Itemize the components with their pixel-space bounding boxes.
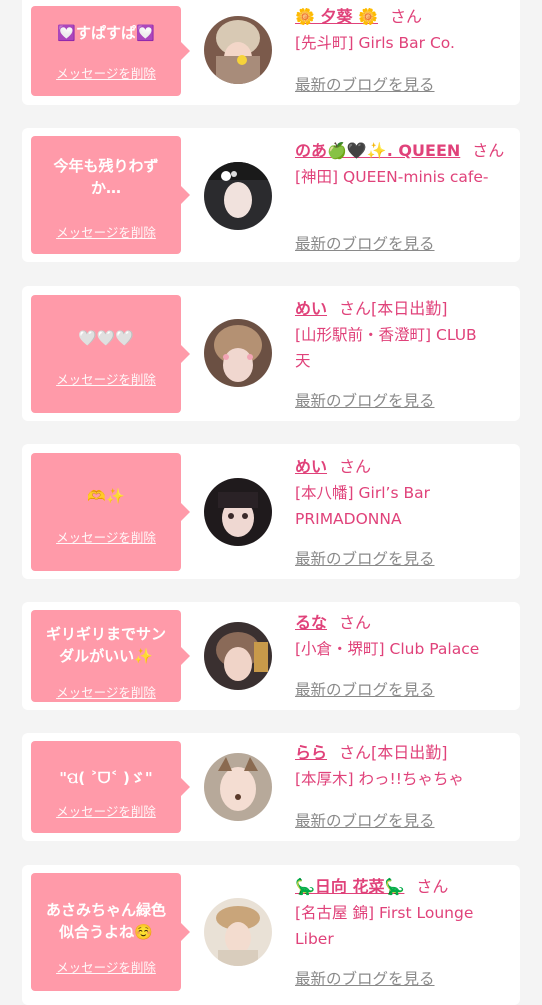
cast-name-link[interactable]: らら xyxy=(295,743,327,762)
message-bubble: 💟すぱすぱ💟 メッセージを削除 xyxy=(31,6,190,96)
shop-text: [先斗町] Girls Bar Co. xyxy=(295,34,455,52)
delete-message-link[interactable]: メッセージを削除 xyxy=(31,527,181,546)
delete-message-link[interactable]: メッセージを削除 xyxy=(31,63,181,82)
message-text: 🫶✨ xyxy=(87,487,125,505)
message-card: 🫶✨ メッセージを削除 めい さん [本八幡] Girl’s Bar PRIMAD… xyxy=(22,444,520,579)
delete-message-link[interactable]: メッセージを削除 xyxy=(31,682,181,701)
latest-blog-link[interactable]: 最新のブログを見る xyxy=(295,809,435,831)
message-bubble: あさみちゃん緑色 似合うよね☺️ メッセージを削除 xyxy=(31,873,190,991)
shop-text: [名古屋 錦] First Lounge Liber xyxy=(295,904,474,948)
cast-name-link[interactable]: 🌼 夕葵 🌼 xyxy=(295,7,378,26)
message-card: 今年も残りわず か… メッセージを削除 のあ🍏🖤✨. QUEEN さん [神田] … xyxy=(22,128,520,262)
san-label: さん xyxy=(339,457,372,476)
avatar[interactable] xyxy=(204,162,272,230)
latest-blog-link[interactable]: 最新のブログを見る xyxy=(295,389,435,411)
cast-info: 🦕日向 花菜🦕 さん [名古屋 錦] First Lounge Liber xyxy=(295,874,513,952)
status-text: [本日出勤] xyxy=(371,743,448,762)
latest-blog-link[interactable]: 最新のブログを見る xyxy=(295,678,435,700)
message-text: ギリギリまでサン ダルがいい✨ xyxy=(45,625,166,665)
avatar[interactable] xyxy=(204,622,272,690)
san-label: さん xyxy=(339,743,372,762)
avatar[interactable] xyxy=(204,478,272,546)
shop-text: [山形駅前・香澄町] CLUB 天 xyxy=(295,326,477,370)
san-label: さん xyxy=(339,613,372,632)
latest-blog-link[interactable]: 最新のブログを見る xyxy=(295,967,435,989)
cast-name-link[interactable]: めい xyxy=(295,457,327,476)
cast-name-link[interactable]: 🦕日向 花菜🦕 xyxy=(295,877,404,896)
message-bubble: 🤍🤍🤍 メッセージを削除 xyxy=(31,295,190,413)
san-label: さん xyxy=(416,877,449,896)
message-card: あさみちゃん緑色 似合うよね☺️ メッセージを削除 🦕日向 花菜🦕 さん [名古屋… xyxy=(22,865,520,1005)
message-bubble: 🫶✨ メッセージを削除 xyxy=(31,453,190,571)
shop-text: [本八幡] Girl’s Bar PRIMADONNA xyxy=(295,484,430,528)
cast-info: めい さん[本日出勤] [山形駅前・香澄町] CLUB 天 xyxy=(295,296,513,374)
message-text: 今年も残りわず か… xyxy=(53,157,159,197)
shop-text: [神田] QUEEN-minis cafe- xyxy=(295,168,489,186)
cast-info: 🌼 夕葵 🌼 さん [先斗町] Girls Bar Co. xyxy=(295,4,513,56)
avatar[interactable] xyxy=(204,319,272,387)
message-text: "ପ( ˃ᗜ˂ )ゞ" xyxy=(59,769,153,787)
latest-blog-link[interactable]: 最新のブログを見る xyxy=(295,232,435,254)
delete-message-link[interactable]: メッセージを削除 xyxy=(31,222,181,241)
cast-info: らら さん[本日出勤] [本厚木] わっ!!ちゃちゃ xyxy=(295,740,513,792)
cast-name-link[interactable]: るな xyxy=(295,613,327,632)
message-text: 🤍🤍🤍 xyxy=(77,329,135,347)
message-text: あさみちゃん緑色 似合うよね☺️ xyxy=(45,901,166,941)
message-card: "ପ( ˃ᗜ˂ )ゞ" メッセージを削除 らら さん[本日出勤] [本厚木] わっ… xyxy=(22,733,520,841)
status-text: [本日出勤] xyxy=(371,299,448,318)
avatar[interactable] xyxy=(204,16,272,84)
message-card: 🤍🤍🤍 メッセージを削除 めい さん[本日出勤] [山形駅前・香澄町] CLUB … xyxy=(22,286,520,421)
cast-name-link[interactable]: のあ🍏🖤✨. QUEEN xyxy=(295,141,460,160)
shop-text: [小倉・堺町] Club Palace xyxy=(295,640,480,658)
message-card: ギリギリまでサン ダルがいい✨ メッセージを削除 るな さん [小倉・堺町] Cl… xyxy=(22,602,520,710)
latest-blog-link[interactable]: 最新のブログを見る xyxy=(295,547,435,569)
avatar[interactable] xyxy=(204,753,272,821)
delete-message-link[interactable]: メッセージを削除 xyxy=(31,801,181,820)
cast-name-link[interactable]: めい xyxy=(295,299,327,318)
san-label: さん xyxy=(390,7,423,26)
message-bubble: ギリギリまでサン ダルがいい✨ メッセージを削除 xyxy=(31,610,190,702)
san-label: さん xyxy=(472,141,505,160)
delete-message-link[interactable]: メッセージを削除 xyxy=(31,957,181,976)
shop-text: [本厚木] わっ!!ちゃちゃ xyxy=(295,770,464,788)
latest-blog-link[interactable]: 最新のブログを見る xyxy=(295,73,435,95)
cast-info: るな さん [小倉・堺町] Club Palace xyxy=(295,610,513,662)
message-bubble: 今年も残りわず か… メッセージを削除 xyxy=(31,136,190,254)
cast-info: めい さん [本八幡] Girl’s Bar PRIMADONNA xyxy=(295,454,513,532)
message-text: 💟すぱすぱ💟 xyxy=(57,24,155,42)
message-bubble: "ପ( ˃ᗜ˂ )ゞ" メッセージを削除 xyxy=(31,741,190,833)
avatar[interactable] xyxy=(204,898,272,966)
san-label: さん xyxy=(339,299,372,318)
cast-info: のあ🍏🖤✨. QUEEN さん [神田] QUEEN-minis cafe- xyxy=(295,138,513,190)
delete-message-link[interactable]: メッセージを削除 xyxy=(31,369,181,388)
message-card: 💟すぱすぱ💟 メッセージを削除 🌼 夕葵 🌼 さん [先斗町] Girls Bar… xyxy=(22,0,520,105)
